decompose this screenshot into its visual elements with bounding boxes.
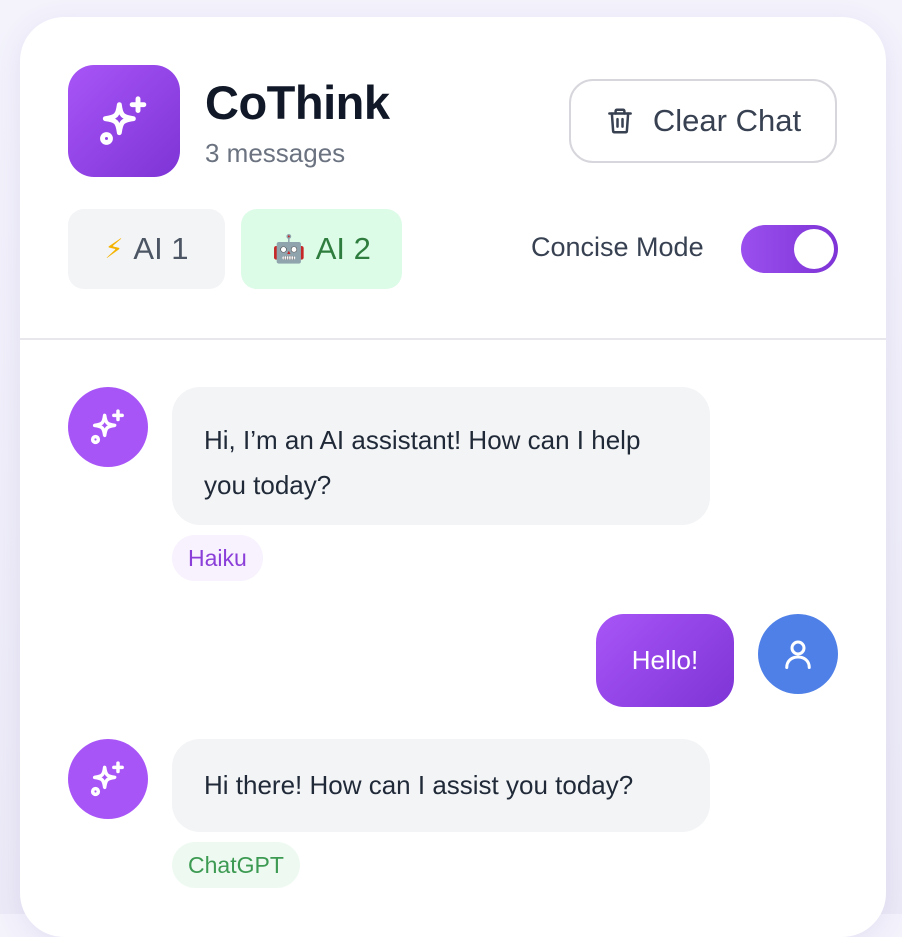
user-icon: [785, 640, 811, 669]
ai-1-button[interactable]: ⚡ AI 1: [68, 209, 225, 289]
sparkles-icon: [100, 96, 147, 145]
concise-mode-toggle[interactable]: [741, 225, 838, 273]
clear-chat-button[interactable]: Clear Chat: [569, 79, 837, 163]
ai-1-label: AI 1: [133, 231, 189, 266]
chat-header: CoThink 3 messages Clear Chat ⚡ AI 1 🤖 A…: [20, 17, 886, 340]
user-message: Hello!: [596, 614, 734, 707]
model-tag-chatgpt: ChatGPT: [172, 842, 300, 888]
assistant-message: Hi there! How can I assist you today?: [172, 739, 710, 832]
robot-icon: 🤖: [272, 234, 306, 265]
model-tag-haiku: Haiku: [172, 535, 263, 581]
message-count: 3 messages: [205, 138, 346, 168]
clear-chat-label: Clear Chat: [652, 103, 802, 138]
trash-icon: [608, 108, 632, 134]
ai-avatar: [68, 387, 148, 467]
app-logo: [68, 65, 180, 177]
concise-mode-label: Concise Mode: [531, 232, 704, 262]
ai-avatar: [68, 739, 148, 819]
ai-2-button[interactable]: 🤖 AI 2: [241, 209, 402, 289]
ai-2-label: AI 2: [315, 231, 371, 266]
sparkles-icon: [90, 761, 124, 797]
sparkles-icon: [90, 409, 124, 445]
chat-card: CoThink 3 messages Clear Chat ⚡ AI 1 🤖 A…: [20, 17, 886, 937]
app-title: CoThink: [205, 76, 390, 129]
assistant-message: Hi, I’m an AI assistant! How can I help …: [172, 387, 710, 525]
toggle-knob: [794, 229, 834, 269]
lightning-icon: ⚡: [104, 233, 124, 265]
user-avatar: [758, 614, 838, 694]
